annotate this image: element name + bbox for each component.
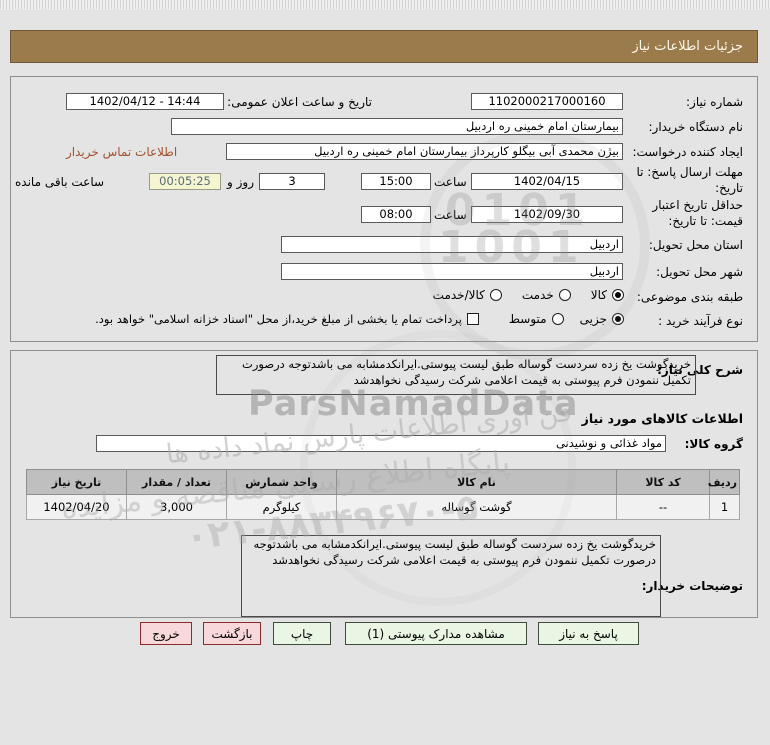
option-partial-label: جزیی	[579, 312, 607, 326]
top-texture-strip	[0, 0, 770, 10]
process-type-label: نوع فرآیند خرید :	[658, 314, 743, 328]
cell-row-number: 1	[709, 494, 740, 520]
option-goods-service-label: کالا/خدمت	[432, 288, 485, 302]
page-title: جزئیات اطلاعات نیاز	[10, 30, 758, 63]
countdown-timer: 00:05:25	[149, 173, 221, 190]
announce-datetime-field[interactable]: 1402/04/12 - 14:44	[66, 93, 224, 110]
view-attachments-button[interactable]: مشاهده مدارک پیوستی (1)	[345, 622, 527, 645]
buyer-contact-link[interactable]: اطلاعات تماس خریدار	[66, 145, 177, 159]
general-desc-textarea[interactable]: خریدگوشت یخ زده سردست گوساله طبق لیست پی…	[216, 355, 696, 395]
items-table: ردیف کد کالا نام کالا واحد شمارش تعداد /…	[26, 469, 740, 520]
validity-date-field[interactable]: 1402/09/30	[471, 206, 623, 223]
items-table-header-row: ردیف کد کالا نام کالا واحد شمارش تعداد /…	[26, 469, 740, 495]
remaining-days-field[interactable]: 3	[259, 173, 325, 190]
buyer-org-label: نام دستگاه خریدار:	[648, 120, 744, 134]
col-item-code: کد کالا	[616, 469, 710, 495]
need-number-field[interactable]: 1102000217000160	[471, 93, 623, 110]
option-goods[interactable]: کالا	[591, 288, 624, 302]
validity-hour-label: ساعت	[434, 208, 467, 222]
goods-group-field[interactable]: مواد غذائی و نوشیدنی	[96, 435, 666, 452]
province-field[interactable]: اردبیل	[281, 236, 623, 253]
buyer-notes-textarea[interactable]: خریدگوشت یخ زده سردست گوساله طبق لیست پی…	[241, 535, 661, 617]
need-number-label: شماره نیاز:	[686, 95, 743, 109]
table-row: 1 -- گوشت گوساله کیلوگرم 3,000 1402/04/2…	[26, 494, 740, 520]
deadline-date-field[interactable]: 1402/04/15	[471, 173, 623, 190]
items-section-header: اطلاعات کالاهای مورد نیاز	[581, 411, 743, 426]
radio-partial-icon[interactable]	[612, 313, 624, 325]
cell-item-name: گوشت گوساله	[336, 494, 617, 520]
option-medium[interactable]: متوسط	[509, 312, 564, 326]
city-field[interactable]: اردبیل	[281, 263, 623, 280]
creator-field[interactable]: بیژن محمدی آبی بیگلو کارپرداز بیمارستان …	[226, 143, 623, 160]
need-details-panel: شرح کلی نیاز: خریدگوشت یخ زده سردست گوسا…	[10, 350, 758, 618]
option-service-label: خدمت	[521, 288, 554, 302]
exit-button[interactable]: خروج	[140, 622, 192, 645]
deadline-time-field[interactable]: 15:00	[361, 173, 431, 190]
deadline-label: مهلت ارسال پاسخ: تا تاریخ:	[636, 165, 743, 195]
validity-time-field[interactable]: 08:00	[361, 206, 431, 223]
process-type-options: جزیی متوسط پرداخت تمام یا بخشی از مبلغ خ…	[95, 312, 624, 326]
cell-item-code: --	[616, 494, 710, 520]
days-and-label: روز و	[227, 175, 254, 189]
validity-label: حداقل تاریخ اعتبار قیمت: تا تاریخ:	[652, 198, 743, 228]
need-info-panel: شماره نیاز: 1102000217000160 تاریخ و ساع…	[10, 76, 758, 342]
classification-label: طبقه بندی موضوعی:	[636, 290, 743, 304]
col-need-date: تاریخ نیاز	[26, 469, 127, 495]
option-goods-service[interactable]: کالا/خدمت	[433, 288, 502, 302]
remaining-hours-label: ساعت باقی مانده	[15, 175, 105, 189]
radio-service-icon[interactable]	[558, 289, 571, 301]
province-label: استان محل تحویل:	[648, 238, 743, 252]
radio-medium-icon[interactable]	[551, 313, 564, 325]
deadline-hour-label: ساعت	[434, 175, 467, 189]
need-details-page: جزئیات اطلاعات نیاز شماره نیاز: 11020002…	[0, 0, 770, 745]
option-partial[interactable]: جزیی	[580, 312, 624, 326]
respond-button[interactable]: پاسخ به نیاز	[538, 622, 639, 645]
creator-label: ایجاد کننده درخواست:	[632, 145, 743, 159]
back-button[interactable]: بازگشت	[203, 622, 261, 645]
city-label: شهر محل تحویل:	[656, 265, 743, 279]
option-medium-label: متوسط	[508, 312, 547, 326]
treasury-checkbox-icon[interactable]	[466, 313, 479, 325]
treasury-note-label: پرداخت تمام یا بخشی از مبلغ خرید،از محل …	[95, 312, 462, 326]
col-unit: واحد شمارش	[226, 469, 337, 495]
print-button[interactable]: چاپ	[273, 622, 331, 645]
col-item-name: نام کالا	[336, 469, 617, 495]
option-service[interactable]: خدمت	[522, 288, 571, 302]
classification-options: کالا خدمت کالا/خدمت	[433, 288, 624, 302]
col-row-number: ردیف	[708, 469, 740, 495]
treasury-option[interactable]: پرداخت تمام یا بخشی از مبلغ خرید،از محل …	[95, 312, 479, 326]
buyer-org-field[interactable]: بیمارستان امام خمینی ره اردبیل	[171, 118, 623, 135]
radio-goods-service-icon[interactable]	[489, 289, 502, 301]
cell-need-date: 1402/04/20	[26, 494, 127, 520]
cell-quantity: 3,000	[126, 494, 227, 520]
announce-datetime-label: تاریخ و ساعت اعلان عمومی:	[227, 95, 372, 109]
cell-unit: کیلوگرم	[226, 494, 337, 520]
radio-goods-icon[interactable]	[612, 289, 624, 301]
option-goods-label: کالا	[590, 288, 607, 302]
goods-group-label: گروه کالا:	[684, 437, 743, 451]
col-quantity: تعداد / مقدار	[126, 469, 227, 495]
